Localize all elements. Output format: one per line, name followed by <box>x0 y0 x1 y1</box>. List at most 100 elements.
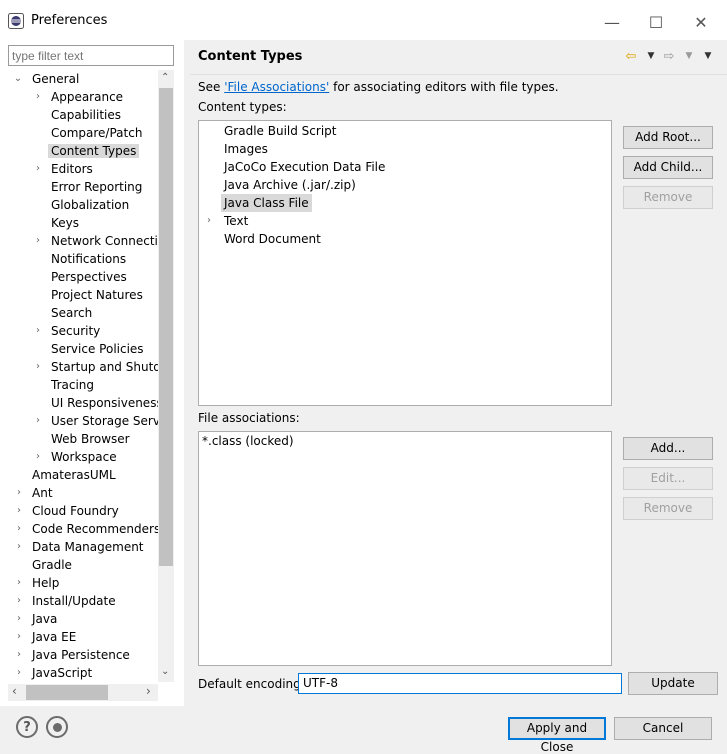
tree-item-label: User Storage Service <box>51 414 158 428</box>
back-dropdown-icon[interactable]: ▼ <box>642 46 660 66</box>
import-export-icon[interactable] <box>46 716 68 738</box>
tree-item-ui-responsiveness[interactable]: UI Responsiveness M <box>51 394 158 412</box>
chevron-right-icon[interactable]: › <box>32 322 44 340</box>
chevron-right-icon[interactable]: › <box>32 232 44 250</box>
scroll-right-icon[interactable]: › <box>146 684 151 698</box>
tree-item-appearance[interactable]: › Appearance <box>30 88 123 106</box>
tree-item-network-connections[interactable]: › Network Connection <box>30 232 158 250</box>
chevron-right-icon[interactable]: › <box>13 502 25 520</box>
tree-item-code-recommenders[interactable]: › Code Recommenders <box>11 520 158 538</box>
edit-file-association-button[interactable]: Edit... <box>623 467 713 490</box>
maximize-button[interactable]: ☐ <box>633 8 679 36</box>
tree-item-startup-shutdown[interactable]: › Startup and Shutdo <box>30 358 158 376</box>
chevron-right-icon[interactable]: › <box>13 484 25 502</box>
view-menu-icon[interactable]: ▼ <box>699 46 717 66</box>
tree-item-general[interactable]: ⌄ General <box>10 70 80 88</box>
help-icon[interactable]: ? <box>16 716 38 738</box>
chevron-right-icon[interactable]: › <box>13 574 25 592</box>
update-encoding-button[interactable]: Update <box>628 672 718 695</box>
tree-item-javascript[interactable]: › JavaScript <box>11 664 92 682</box>
page-title: Content Types <box>198 49 303 64</box>
tree-item-ant[interactable]: › Ant <box>11 484 53 502</box>
scrollbar-thumb[interactable] <box>159 88 173 566</box>
minimize-button[interactable]: — <box>589 8 635 36</box>
tree-item-workspace[interactable]: › Workspace <box>30 448 117 466</box>
forward-dropdown-icon[interactable]: ▼ <box>680 46 698 66</box>
add-root-button[interactable]: Add Root... <box>623 126 713 149</box>
tree-item-service-policies[interactable]: Service Policies <box>51 340 144 358</box>
content-type-item[interactable]: Gradle Build Script <box>224 122 336 140</box>
tree-item-content-types[interactable]: Content Types <box>48 142 140 160</box>
chevron-right-icon[interactable]: › <box>13 538 25 556</box>
cancel-button[interactable]: Cancel <box>614 717 712 740</box>
chevron-right-icon[interactable]: › <box>32 160 44 178</box>
content-type-item[interactable]: Word Document <box>224 230 321 248</box>
tree-item-perspectives[interactable]: Perspectives <box>51 268 127 286</box>
add-file-association-button[interactable]: Add... <box>623 437 713 460</box>
tree-item-notifications[interactable]: Notifications <box>51 250 126 268</box>
forward-arrow-icon[interactable]: ⇨ <box>660 46 678 66</box>
scrollbar-thumb[interactable] <box>26 685 108 700</box>
chevron-right-icon[interactable]: › <box>13 628 25 646</box>
remove-file-association-button[interactable]: Remove <box>623 497 713 520</box>
back-arrow-icon[interactable]: ⇦ <box>622 46 640 66</box>
tree-item-cloud-foundry[interactable]: › Cloud Foundry <box>11 502 119 520</box>
tree-item-keys[interactable]: Keys <box>51 214 79 232</box>
file-associations-link[interactable]: 'File Associations' <box>224 80 329 94</box>
tree-item-capabilities[interactable]: Capabilities <box>51 106 121 124</box>
tree-item-java[interactable]: › Java <box>11 610 57 628</box>
file-association-item[interactable]: *.class (locked) <box>202 432 294 450</box>
chevron-right-icon[interactable]: › <box>32 448 44 466</box>
eclipse-app-icon <box>8 13 24 29</box>
tree-item-globalization[interactable]: Globalization <box>51 196 129 214</box>
chevron-right-icon[interactable]: › <box>13 646 25 664</box>
tree-item-amaterasuml[interactable]: AmaterasUML <box>32 466 116 484</box>
content-type-item[interactable]: Images <box>224 140 268 158</box>
tree-item-label: Java <box>32 612 58 626</box>
chevron-right-icon[interactable]: › <box>13 592 25 610</box>
tree-item-compare-patch[interactable]: Compare/Patch <box>51 124 142 142</box>
tree-item-help[interactable]: › Help <box>11 574 59 592</box>
add-child-button[interactable]: Add Child... <box>623 156 713 179</box>
tree-item-editors[interactable]: › Editors <box>30 160 93 178</box>
content-type-item-selected[interactable]: Java Class File <box>221 194 312 212</box>
tree-item-error-reporting[interactable]: Error Reporting <box>51 178 142 196</box>
remove-content-type-button[interactable]: Remove <box>623 186 713 209</box>
tree-item-data-management[interactable]: › Data Management <box>11 538 144 556</box>
title-bar: Preferences — ☐ ✕ <box>0 0 727 40</box>
chevron-right-icon[interactable]: › <box>32 412 44 430</box>
content-types-tree[interactable]: Gradle Build Script Images JaCoCo Execut… <box>198 120 612 406</box>
content-type-item[interactable]: Text <box>224 212 248 230</box>
chevron-right-icon[interactable]: › <box>13 664 25 682</box>
tree-item-gradle[interactable]: Gradle <box>32 556 72 574</box>
scroll-down-icon[interactable]: ⌄ <box>161 666 169 677</box>
chevron-right-icon[interactable]: › <box>207 212 211 230</box>
tree-item-install-update[interactable]: › Install/Update <box>11 592 116 610</box>
tree-item-security[interactable]: › Security <box>30 322 100 340</box>
close-window-button[interactable]: ✕ <box>678 8 724 36</box>
tree-vertical-scrollbar[interactable]: ⌃ ⌄ <box>158 70 174 682</box>
tree-item-java-ee[interactable]: › Java EE <box>11 628 76 646</box>
tree-item-user-storage-service[interactable]: › User Storage Service <box>30 412 158 430</box>
chevron-right-icon[interactable]: › <box>13 520 25 538</box>
tree-item-search[interactable]: Search <box>51 304 92 322</box>
tree-item-project-natures[interactable]: Project Natures <box>51 286 143 304</box>
scroll-up-icon[interactable]: ⌃ <box>161 72 169 83</box>
file-associations-list[interactable]: *.class (locked) <box>198 431 612 666</box>
chevron-right-icon[interactable]: › <box>32 358 44 376</box>
tree-item-label: Capabilities <box>51 108 121 122</box>
tree-item-web-browser[interactable]: Web Browser <box>51 430 130 448</box>
chevron-right-icon[interactable]: › <box>13 610 25 628</box>
apply-and-close-button[interactable]: Apply and Close <box>508 717 606 754</box>
tree-item-label: Security <box>51 324 101 338</box>
filter-input[interactable] <box>8 45 174 66</box>
scroll-left-icon[interactable]: ‹ <box>12 684 17 698</box>
default-encoding-input[interactable]: UTF-8 <box>298 673 622 694</box>
chevron-down-icon[interactable]: ⌄ <box>12 70 24 88</box>
tree-item-tracing[interactable]: Tracing <box>51 376 94 394</box>
chevron-right-icon[interactable]: › <box>32 88 44 106</box>
tree-horizontal-scrollbar[interactable]: ‹ › <box>8 684 158 701</box>
content-type-item[interactable]: JaCoCo Execution Data File <box>224 158 385 176</box>
content-type-item[interactable]: Java Archive (.jar/.zip) <box>224 176 356 194</box>
tree-item-java-persistence[interactable]: › Java Persistence <box>11 646 130 664</box>
